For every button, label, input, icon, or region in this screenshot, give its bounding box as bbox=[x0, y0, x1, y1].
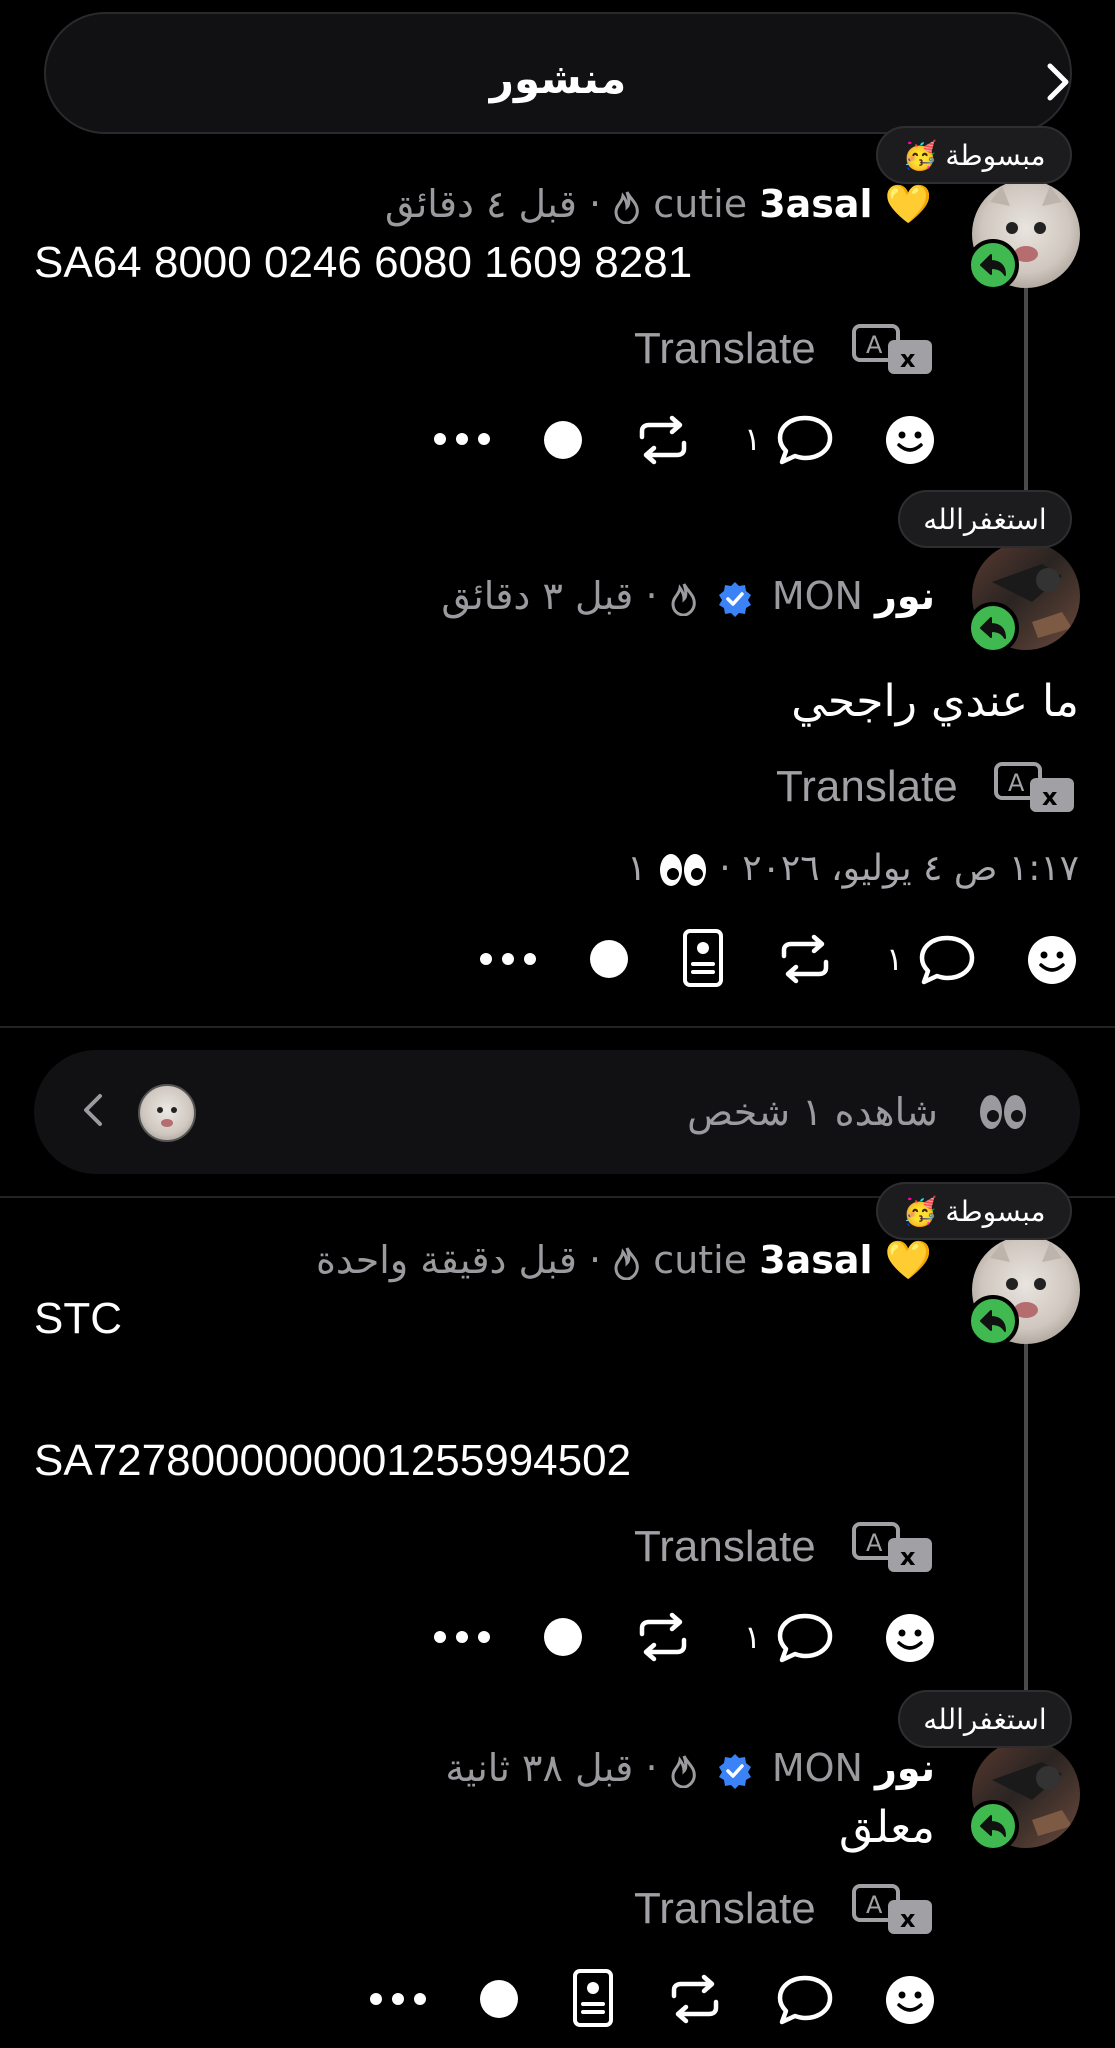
post-time: قبل ٣٨ ثانية bbox=[445, 1746, 634, 1790]
more-icon[interactable] bbox=[478, 944, 538, 974]
comment-icon[interactable] bbox=[776, 414, 834, 466]
sticker-card-icon[interactable] bbox=[572, 1968, 614, 2028]
translate-icon[interactable]: Ax bbox=[852, 1520, 936, 1578]
reply-count: ١ bbox=[744, 420, 762, 458]
party-face-icon: 🥳 bbox=[902, 138, 938, 172]
translate-icon[interactable]: Ax bbox=[852, 1882, 936, 1940]
svg-text:x: x bbox=[900, 345, 916, 373]
handle-suffix: cutie bbox=[653, 1238, 748, 1282]
translate-icon[interactable]: Ax bbox=[852, 322, 936, 380]
eyes-icon bbox=[658, 852, 708, 888]
username[interactable]: نور bbox=[875, 1746, 935, 1790]
username[interactable]: 3asal bbox=[759, 1238, 872, 1282]
seen-by-bar[interactable]: شاهده ١ شخص bbox=[34, 1050, 1080, 1174]
post-meta: قبل دقيقة واحدة · cutie 3asal 💛 bbox=[315, 1238, 932, 1282]
verified-badge-icon bbox=[716, 1752, 754, 1790]
comment-icon[interactable] bbox=[776, 1974, 834, 2026]
mood-pill[interactable]: مبسوطة 🥳 bbox=[876, 126, 1072, 184]
handle-suffix: MON bbox=[771, 1746, 863, 1790]
chevron-right-icon[interactable] bbox=[1034, 58, 1082, 106]
translate-link[interactable]: Translate bbox=[634, 324, 816, 374]
mood-pill[interactable]: استغفرالله bbox=[898, 490, 1072, 548]
handle-suffix: cutie bbox=[653, 182, 748, 226]
thread-line bbox=[1024, 280, 1028, 490]
translate-icon[interactable]: Ax bbox=[994, 760, 1078, 818]
comment-icon[interactable] bbox=[776, 1612, 834, 1664]
chevron-left-icon[interactable] bbox=[78, 1090, 108, 1130]
mood-label: استغفرالله bbox=[923, 502, 1047, 536]
post-time: قبل دقيقة واحدة bbox=[315, 1238, 577, 1282]
emoji-react-icon[interactable] bbox=[884, 414, 936, 466]
emoji-react-icon[interactable] bbox=[884, 1974, 936, 2026]
post-time: قبل ٤ دقائق bbox=[385, 182, 577, 226]
post-meta: قبل ٣ دقائق · MON نور bbox=[441, 574, 935, 618]
page-title: منشور bbox=[489, 54, 627, 103]
divider bbox=[0, 1026, 1115, 1028]
svg-text:x: x bbox=[1042, 783, 1058, 811]
mood-label: استغفرالله bbox=[923, 1702, 1047, 1736]
reply-badge-icon bbox=[967, 1295, 1019, 1347]
translate-link[interactable]: Translate bbox=[634, 1522, 816, 1572]
reply-count: ١ bbox=[886, 940, 904, 978]
flame-icon bbox=[613, 190, 641, 224]
mood-label: مبسوطة bbox=[945, 138, 1046, 172]
emoji-react-icon[interactable] bbox=[884, 1612, 936, 1664]
post-meta: قبل ٣٨ ثانية · MON نور bbox=[445, 1746, 935, 1790]
views-count: ١ bbox=[627, 848, 647, 889]
reply-badge-icon bbox=[967, 602, 1019, 654]
post-date-line: ١:١٧ ص ٤ يوليو، ٢٠٢٦ · ١ bbox=[627, 848, 1079, 889]
eyes-icon bbox=[978, 1092, 1028, 1132]
translate-link[interactable]: Translate bbox=[776, 762, 958, 812]
flame-icon bbox=[670, 1754, 698, 1788]
thread-line bbox=[1024, 1336, 1028, 1696]
flame-icon bbox=[613, 1246, 641, 1280]
post-text: SA64 8000 0246 6080 1609 8281 bbox=[34, 238, 693, 287]
viewer-avatar[interactable] bbox=[138, 1084, 196, 1142]
mood-label: مبسوطة bbox=[945, 1194, 1046, 1228]
comment-icon[interactable] bbox=[918, 934, 976, 986]
seen-by-text: شاهده ١ شخص bbox=[687, 1090, 938, 1134]
party-face-icon: 🥳 bbox=[902, 1194, 938, 1228]
more-icon[interactable] bbox=[432, 424, 492, 454]
username[interactable]: نور bbox=[875, 574, 935, 618]
record-dot-icon[interactable] bbox=[542, 1616, 584, 1658]
more-icon[interactable] bbox=[432, 1622, 492, 1652]
handle-suffix: MON bbox=[771, 574, 863, 618]
post-text-line1: STC bbox=[34, 1294, 122, 1343]
header-bar: منشور bbox=[44, 12, 1072, 134]
yellow-heart-icon: 💛 bbox=[884, 182, 932, 226]
svg-text:A: A bbox=[866, 1529, 883, 1557]
yellow-heart-icon: 💛 bbox=[884, 1238, 932, 1282]
username[interactable]: 3asal bbox=[759, 182, 872, 226]
post-text: ما عندي راجحي bbox=[791, 676, 1079, 727]
svg-text:A: A bbox=[866, 331, 883, 359]
reply-count: ١ bbox=[744, 1618, 762, 1656]
repost-icon[interactable] bbox=[778, 934, 832, 984]
post-text: معلق bbox=[838, 1802, 935, 1853]
record-dot-icon[interactable] bbox=[478, 1978, 520, 2020]
post-time: قبل ٣ دقائق bbox=[441, 574, 634, 618]
repost-icon[interactable] bbox=[636, 1612, 690, 1662]
flame-icon bbox=[670, 582, 698, 616]
post-meta: قبل ٤ دقائق · cutie 3asal 💛 bbox=[385, 182, 932, 226]
record-dot-icon[interactable] bbox=[588, 938, 630, 980]
record-dot-icon[interactable] bbox=[542, 419, 584, 461]
svg-text:x: x bbox=[900, 1905, 916, 1933]
verified-badge-icon bbox=[716, 580, 754, 618]
reply-badge-icon bbox=[967, 1800, 1019, 1852]
post-date: ١:١٧ ص ٤ يوليو، ٢٠٢٦ bbox=[742, 848, 1079, 889]
svg-text:x: x bbox=[900, 1543, 916, 1571]
mood-pill[interactable]: استغفرالله bbox=[898, 1690, 1072, 1748]
repost-icon[interactable] bbox=[668, 1974, 722, 2024]
reply-badge-icon bbox=[967, 239, 1019, 291]
more-icon[interactable] bbox=[368, 1984, 428, 2014]
translate-link[interactable]: Translate bbox=[634, 1884, 816, 1934]
sticker-card-icon[interactable] bbox=[682, 928, 724, 988]
repost-icon[interactable] bbox=[636, 415, 690, 465]
mood-pill[interactable]: مبسوطة 🥳 bbox=[876, 1182, 1072, 1240]
emoji-react-icon[interactable] bbox=[1026, 934, 1078, 986]
svg-text:A: A bbox=[866, 1891, 883, 1919]
svg-text:A: A bbox=[1008, 769, 1025, 797]
post-text-line2: SA7278000000001255994502 bbox=[34, 1436, 632, 1485]
